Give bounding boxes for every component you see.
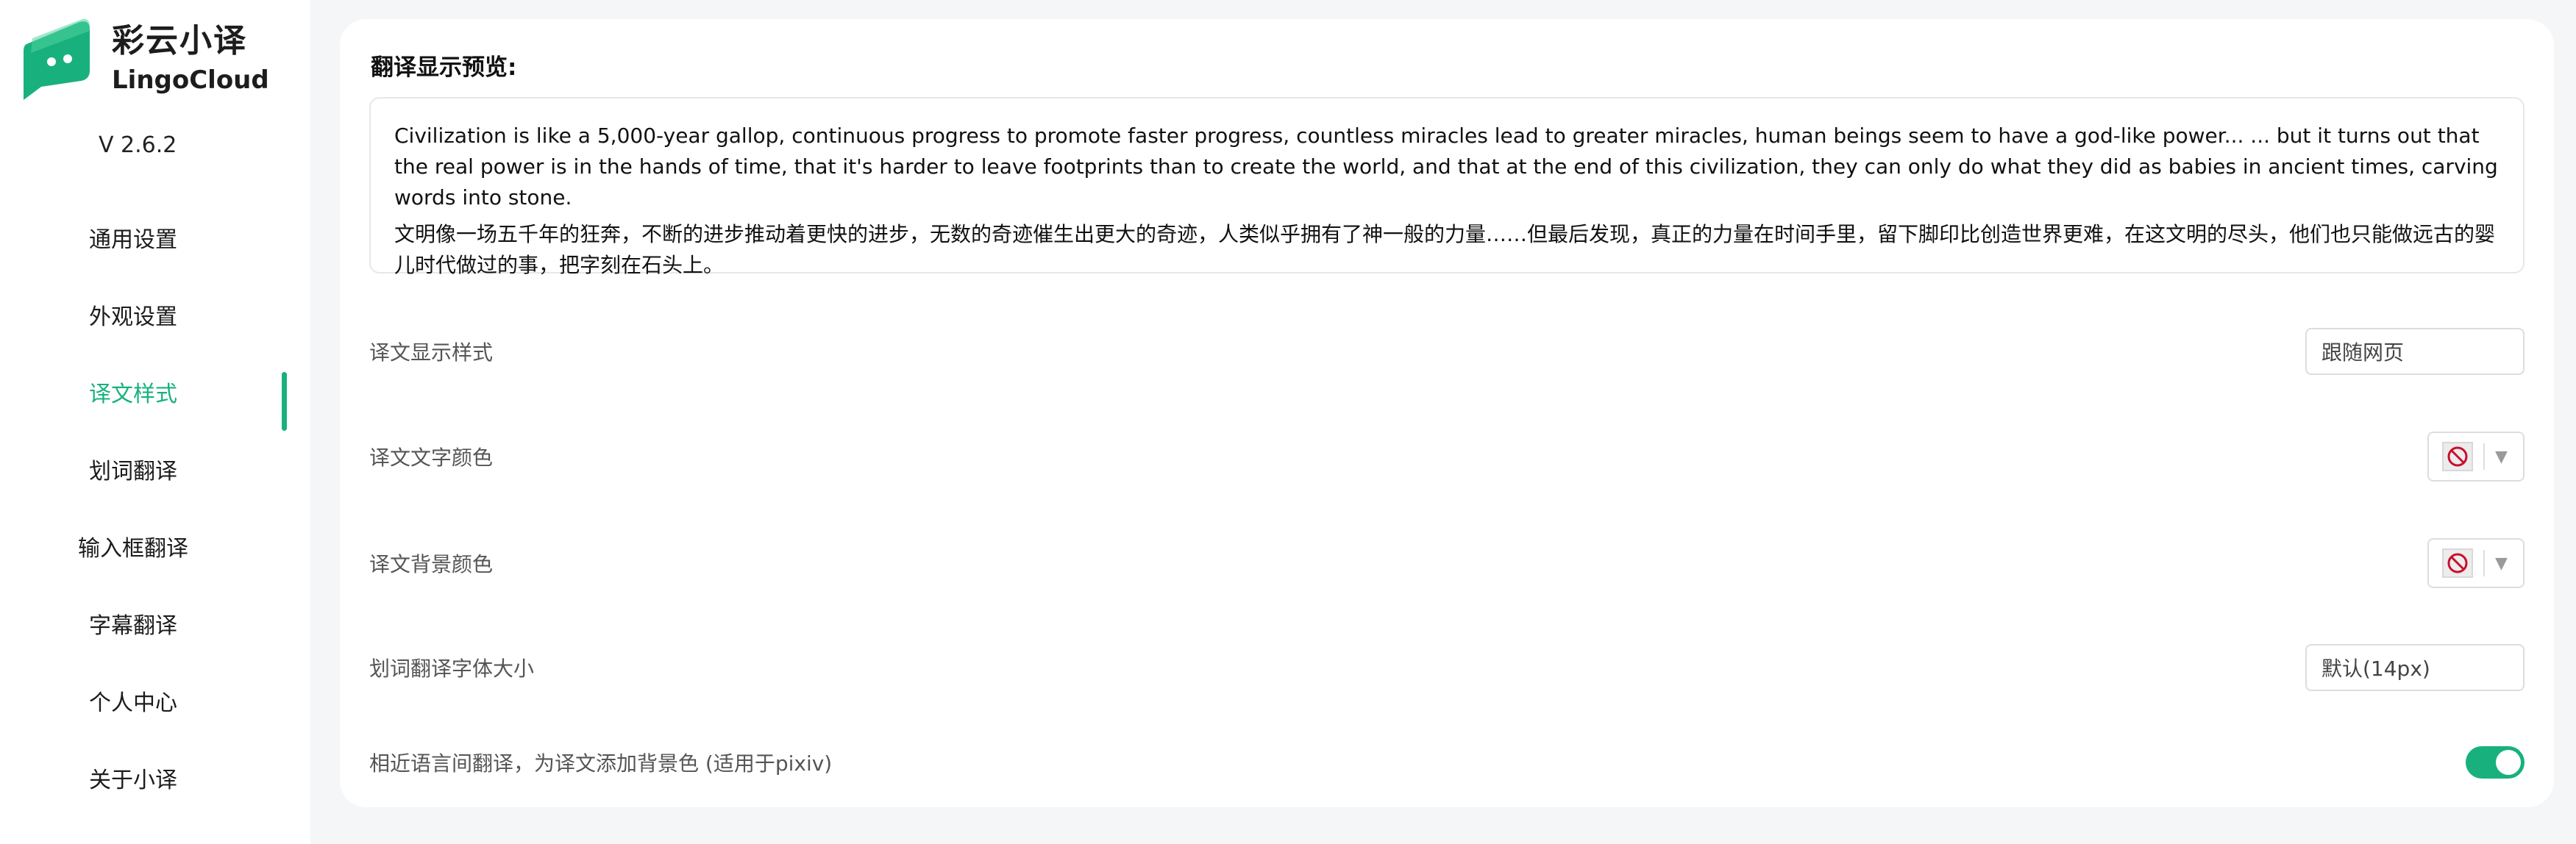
sidebar-nav: 通用设置 外观设置 译文样式 划词翻译 输入框翻译 字幕翻译 个人中心 关于小译 — [0, 199, 310, 816]
logo: 彩云小译 LingoCloud — [19, 16, 269, 100]
preview-source-text: Civilization is like a 5,000-year gallop… — [394, 124, 2498, 210]
translation-preview-box: Civilization is like a 5,000-year gallop… — [369, 97, 2525, 277]
sidebar-item-label: 外观设置 — [89, 304, 177, 330]
setting-row-text-color: 译文文字颜色 ▼ — [369, 431, 2525, 482]
sidebar-item-subtitle-translate[interactable]: 字幕翻译 — [0, 584, 266, 662]
display-style-label: 译文显示样式 — [369, 340, 494, 365]
no-color-icon — [2442, 548, 2473, 578]
bg-color-picker[interactable]: ▼ — [2427, 538, 2525, 588]
font-size-select[interactable]: 默认(14px) — [2305, 644, 2525, 691]
main-content: 翻译显示预览: Civilization is like a 5,000-yea… — [310, 0, 2576, 844]
app-name-cn: 彩云小译 — [112, 22, 247, 60]
sidebar-item-label: 通用设置 — [89, 226, 177, 253]
sidebar-item-input-translate[interactable]: 输入框翻译 — [0, 507, 266, 584]
sidebar-item-label: 字幕翻译 — [89, 612, 177, 639]
no-color-icon — [2442, 442, 2473, 471]
preview-translated-text: 文明像一场五千年的狂奔，不断的进步推动着更快的进步，无数的奇迹催生出更大的奇迹，… — [394, 222, 2496, 277]
active-indicator — [282, 372, 287, 431]
font-size-label: 划词翻译字体大小 — [369, 657, 535, 681]
sidebar: 彩云小译 LingoCloud V 2.6.2 通用设置 外观设置 译文样式 划… — [0, 0, 310, 844]
text-color-label: 译文文字颜色 — [369, 446, 494, 470]
logo-text: 彩云小译 LingoCloud — [112, 16, 269, 97]
sidebar-item-label: 关于小译 — [89, 767, 177, 793]
similar-lang-bg-label: 相近语言间翻译，为译文添加背景色 (适用于pixiv) — [369, 751, 833, 776]
display-style-select[interactable]: 跟随网页 — [2305, 328, 2525, 375]
setting-row-bg-color: 译文背景颜色 ▼ — [369, 537, 2525, 589]
picker-divider — [2483, 550, 2485, 576]
lingocloud-logo-icon — [24, 18, 90, 100]
sidebar-item-label: 个人中心 — [89, 690, 177, 716]
sidebar-item-label: 译文样式 — [89, 381, 177, 407]
dropdown-arrow-icon: ▼ — [2495, 554, 2508, 573]
sidebar-item-label: 划词翻译 — [89, 458, 177, 484]
preview-title: 翻译显示预览: — [371, 54, 517, 81]
setting-row-font-size: 划词翻译字体大小 默认(14px) — [369, 642, 2525, 693]
sidebar-item-general[interactable]: 通用设置 — [0, 199, 266, 276]
dropdown-arrow-icon: ▼ — [2495, 447, 2508, 466]
app-name-en: LingoCloud — [112, 65, 269, 95]
sidebar-item-appearance[interactable]: 外观设置 — [0, 276, 266, 353]
sidebar-item-selection-translate[interactable]: 划词翻译 — [0, 430, 266, 507]
font-size-value: 默认(14px) — [2321, 657, 2430, 681]
picker-divider — [2483, 443, 2485, 470]
sidebar-item-label: 输入框翻译 — [78, 535, 188, 562]
settings-card: 翻译显示预览: Civilization is like a 5,000-yea… — [340, 19, 2554, 807]
version-label: V 2.6.2 — [99, 132, 177, 158]
sidebar-item-translation-style[interactable]: 译文样式 — [0, 353, 287, 431]
text-color-picker[interactable]: ▼ — [2427, 432, 2525, 482]
setting-row-similar-lang-bg: 相近语言间翻译，为译文添加背景色 (适用于pixiv) — [369, 737, 2525, 788]
sidebar-item-personal-center[interactable]: 个人中心 — [0, 662, 266, 739]
bg-color-label: 译文背景颜色 — [369, 552, 494, 576]
display-style-value: 跟随网页 — [2321, 340, 2405, 365]
app-root: 彩云小译 LingoCloud V 2.6.2 通用设置 外观设置 译文样式 划… — [0, 0, 2576, 844]
setting-row-display-style: 译文显示样式 跟随网页 — [369, 326, 2525, 377]
sidebar-item-about[interactable]: 关于小译 — [0, 739, 266, 816]
similar-lang-bg-toggle[interactable] — [2466, 746, 2525, 779]
toggle-knob — [2496, 750, 2521, 775]
